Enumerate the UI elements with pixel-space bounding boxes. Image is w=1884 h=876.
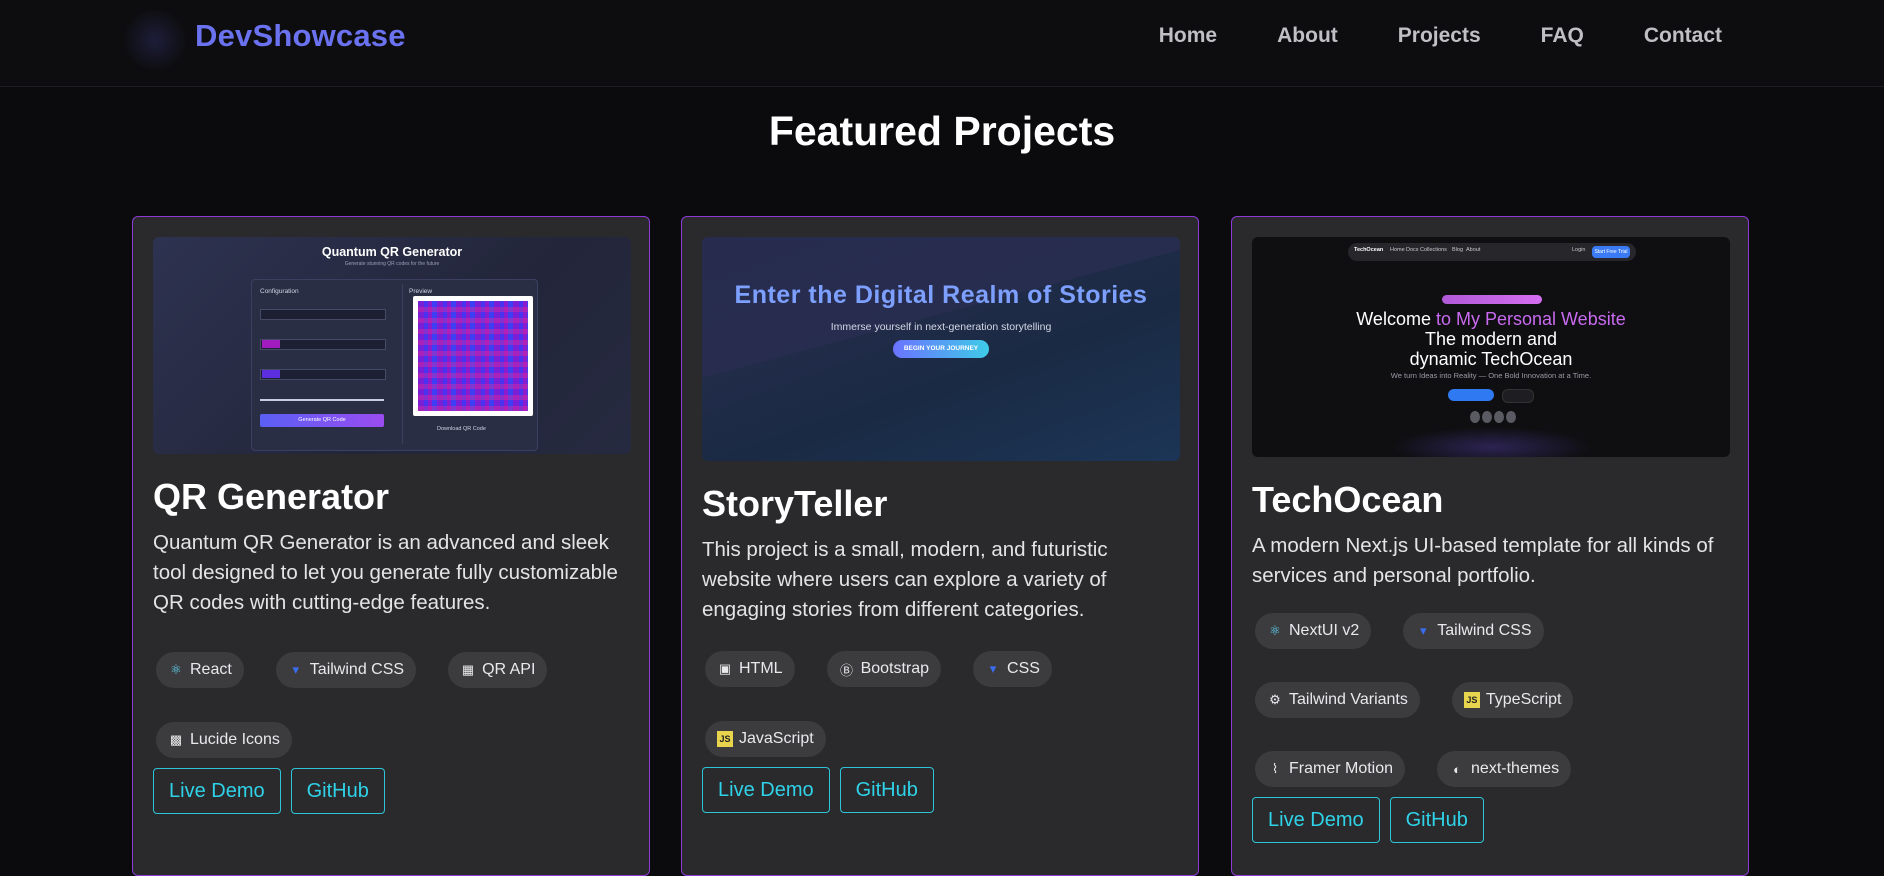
preview-config: Configuration Generate QR Code <box>256 284 394 444</box>
tech-tags: ⚛ NextUI v2 ▾ Tailwind CSS ⚙ Tailwind Varia… <box>1252 613 1728 787</box>
generate-qr-button: Generate QR Code <box>260 414 384 427</box>
project-links: Live Demo GitHub <box>1252 797 1728 843</box>
live-demo-button[interactable]: Live Demo <box>153 768 281 814</box>
react-icon: ⚛ <box>1269 623 1281 638</box>
project-card-qr: Quantum QR Generator Generate stunning Q… <box>132 216 650 876</box>
project-preview-image: Enter the Digital Realm of Stories Immer… <box>702 237 1180 461</box>
project-description: Quantum QR Generator is an advanced and … <box>153 531 618 614</box>
preview-label: Preview <box>409 288 433 295</box>
tag-nextui: ⚛ NextUI v2 <box>1255 613 1372 649</box>
tag-html: ▣ HTML <box>705 651 795 687</box>
html-icon: ▣ <box>718 661 732 676</box>
brand-logo[interactable]: DevShowcase <box>195 18 406 54</box>
javascript-icon: JS <box>717 731 733 747</box>
github-button[interactable]: GitHub <box>290 768 385 814</box>
preview-cta: BEGIN YOUR JOURNEY <box>893 340 989 358</box>
project-links: Live Demo GitHub <box>702 767 1178 813</box>
gears-icon: ⚙ <box>1269 692 1281 707</box>
top-navbar: DevShowcase Home About Projects FAQ Cont… <box>0 0 1884 87</box>
live-demo-button[interactable]: Live Demo <box>1252 797 1380 843</box>
qr-icon: ▦ <box>461 662 475 677</box>
logo-glow <box>120 10 190 70</box>
nav-home[interactable]: Home <box>1159 24 1217 48</box>
project-preview-image: TechOcean Home Docs Collections Blog Abo… <box>1252 237 1730 457</box>
bootstrap-icon: Ⓑ <box>840 662 854 678</box>
project-card-storyteller: Enter the Digital Realm of Stories Immer… <box>681 216 1199 876</box>
preview-heading: Welcome to My Personal Website The moder… <box>1356 309 1626 369</box>
preview-heading: Enter the Digital Realm of Stories <box>734 281 1148 309</box>
tech-tags: ⚛ React ▾ Tailwind CSS ▦ QR API ▩ Lucide Ico… <box>153 652 629 758</box>
qr-code-image <box>413 296 533 416</box>
nav-contact[interactable]: Contact <box>1644 24 1722 48</box>
section-title: Featured Projects <box>768 108 1116 154</box>
tag-tailwind-variants: ⚙ Tailwind Variants <box>1255 682 1420 718</box>
tag-javascript: JS JavaScript <box>705 721 826 757</box>
project-title: TechOcean <box>1252 479 1444 520</box>
typescript-icon: JS <box>1463 692 1480 708</box>
tag-framer-motion: ⌇ Framer Motion <box>1255 751 1406 787</box>
nav-faq[interactable]: FAQ <box>1541 24 1584 48</box>
nav-projects[interactable]: Projects <box>1398 24 1481 48</box>
tag-react: ⚛ React <box>156 652 244 688</box>
project-title: QR Generator <box>153 476 390 517</box>
github-button[interactable]: GitHub <box>839 767 934 813</box>
theme-icon: ◐ <box>1453 761 1461 777</box>
tag-css: ▾ CSS <box>973 651 1052 687</box>
css-icon: ▾ <box>292 662 300 677</box>
tag-lucide: ▩ Lucide Icons <box>156 722 292 758</box>
react-icon: ⚛ <box>170 662 182 677</box>
tag-typescript: JS TypeScript <box>1451 682 1574 718</box>
tag-bootstrap: Ⓑ Bootstrap <box>826 651 942 687</box>
tag-next-themes: ◐ next-themes <box>1437 751 1572 787</box>
live-demo-button[interactable]: Live Demo <box>702 767 830 813</box>
preview-subheading: We turn Ideas into Reality — One Bold In… <box>1390 371 1592 380</box>
preview-navbar: TechOcean Home Docs Collections Blog Abo… <box>1348 243 1636 261</box>
project-card-techocean: TechOcean Home Docs Collections Blog Abo… <box>1231 216 1749 876</box>
tag-qr-api: ▦ QR API <box>448 652 548 688</box>
lucide-icon: ▩ <box>169 732 183 747</box>
project-description: A modern Next.js UI-based template for a… <box>1252 534 1714 587</box>
preview-panel: Configuration Generate QR Code Preview D… <box>251 279 538 451</box>
tag-tailwind: ▾ Tailwind CSS <box>275 652 417 688</box>
download-qr-button: Download QR Code <box>437 426 486 432</box>
nav-about[interactable]: About <box>1277 24 1338 48</box>
project-description: This project is a small, modern, and fut… <box>702 538 1108 621</box>
project-preview-image: Quantum QR Generator Generate stunning Q… <box>153 237 631 454</box>
css-icon: ▾ <box>1419 623 1427 638</box>
preview-subheading: Immerse yourself in next-generation stor… <box>830 321 1052 333</box>
config-label: Configuration <box>260 288 299 295</box>
github-button[interactable]: GitHub <box>1389 797 1484 843</box>
preview-qr: Preview Download QR Code <box>402 284 533 444</box>
preview-subheading: Generate stunning QR codes for the futur… <box>344 261 440 267</box>
preview-badge <box>1442 295 1542 304</box>
css-icon: ▾ <box>989 661 997 676</box>
tech-tags: ▣ HTML Ⓑ Bootstrap ▾ CSS JS JavaScript <box>702 651 1178 757</box>
project-links: Live Demo GitHub <box>153 768 629 814</box>
nav-links: Home About Projects FAQ Contact <box>1159 24 1722 48</box>
motion-icon: ⌇ <box>1271 761 1279 776</box>
tag-tailwind: ▾ Tailwind CSS <box>1403 613 1544 649</box>
project-title: StoryTeller <box>702 483 888 524</box>
preview-heading: Quantum QR Generator <box>321 245 463 259</box>
